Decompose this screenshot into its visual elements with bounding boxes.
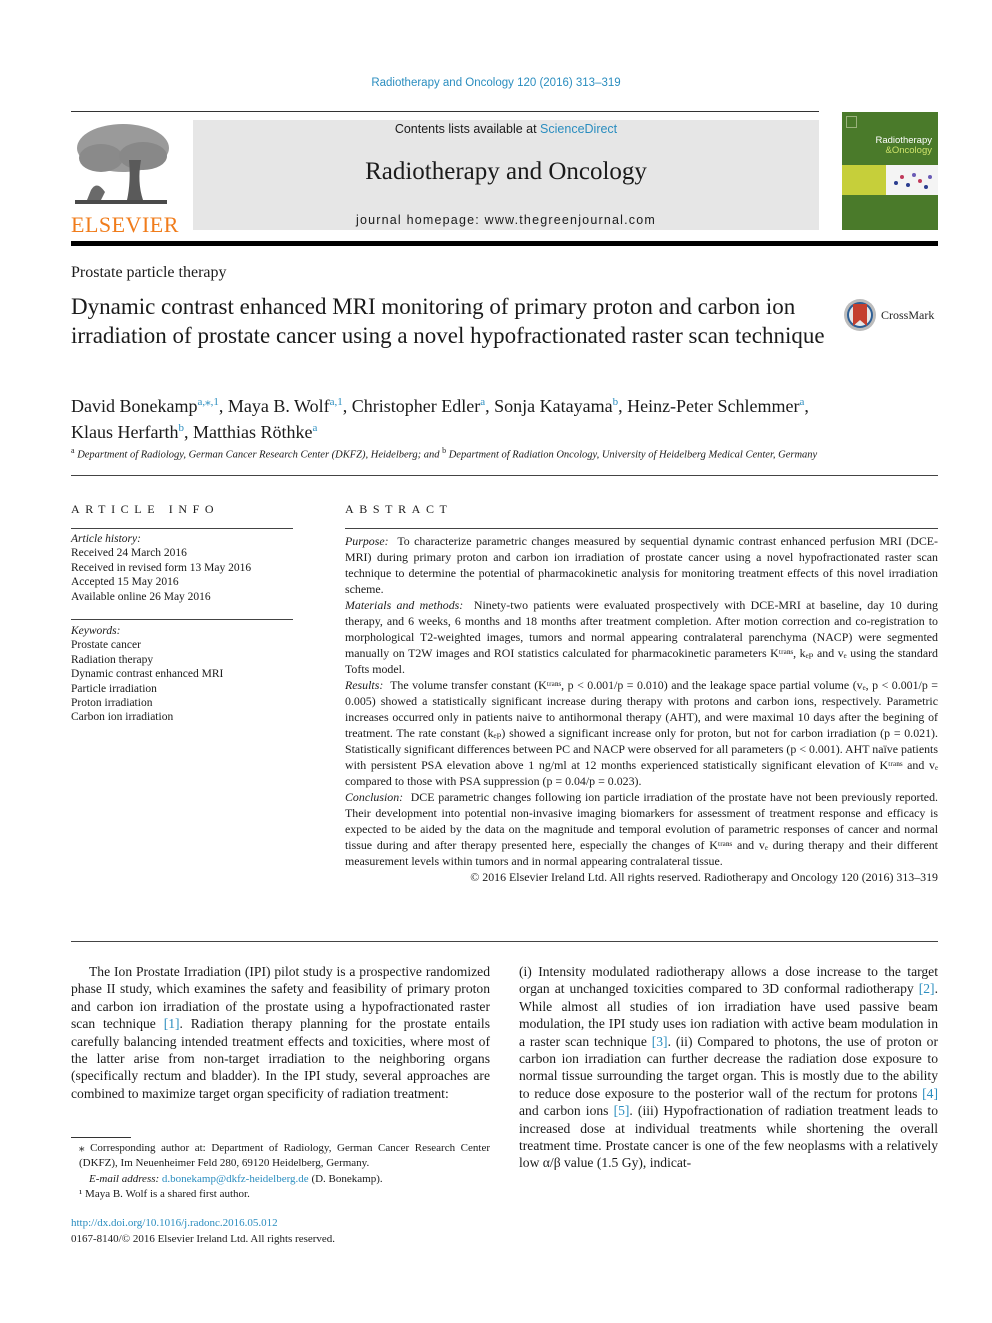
author-name[interactable]: Heinz-Peter Schlemmer — [627, 396, 799, 416]
email-note: E-mail address: d.bonekamp@dkfz-heidelbe… — [71, 1172, 490, 1187]
cover-title-line2: &Oncology — [885, 145, 932, 156]
abstract-body: Purpose: To characterize parametric chan… — [345, 533, 938, 885]
shared-author-note: ¹ Maya B. Wolf is a shared first author. — [79, 1187, 250, 1200]
body-column-left: The Ion Prostate Irradiation (IPI) pilot… — [71, 963, 490, 1102]
author-name[interactable]: Klaus Herfarth — [71, 422, 178, 442]
cover-network-icon — [894, 173, 932, 189]
email-label: E-mail address: — [89, 1172, 162, 1185]
cover-title: Radiotherapy &Oncology — [875, 136, 932, 156]
author-separator: , — [485, 396, 495, 416]
abstract-methods: Materials and methods: Ninety-two patien… — [345, 597, 938, 677]
doi-block: http://dx.doi.org/10.1016/j.radonc.2016.… — [71, 1216, 335, 1247]
footnote-rule — [71, 1137, 131, 1138]
methods-label: Materials and methods: — [345, 598, 464, 612]
contents-line: Contents lists available at ScienceDirec… — [193, 122, 819, 136]
reference-link[interactable]: [5] — [614, 1103, 630, 1118]
article-info-rule — [71, 528, 293, 529]
results-label: Results: — [345, 678, 384, 692]
history-item: Available online 26 May 2016 — [71, 590, 211, 603]
conclusion-label: Conclusion: — [345, 790, 404, 804]
journal-cover-image[interactable]: Radiotherapy &Oncology — [842, 112, 938, 230]
article-section: Prostate particle therapy — [71, 264, 227, 281]
results-text: The volume transfer constant (Kᵗʳᵃⁿˢ, p … — [345, 678, 938, 788]
author-separator: , — [183, 422, 193, 442]
journal-banner: Contents lists available at ScienceDirec… — [193, 120, 819, 230]
intro-paragraph-continued: (i) Intensity modulated radiotherapy all… — [519, 963, 938, 1172]
affiliations: a Department of Radiology, German Cancer… — [71, 446, 941, 461]
header-thick-rule — [71, 241, 938, 246]
abstract-copyright: © 2016 Elsevier Ireland Ltd. All rights … — [470, 870, 938, 884]
author-separator: , — [618, 396, 628, 416]
header-rule — [71, 111, 819, 112]
article-title: Dynamic contrast enhanced MRI monitoring… — [71, 294, 825, 348]
author-affiliation-marker[interactable]: a,⁎,1 — [197, 396, 218, 408]
abstract-heading: ABSTRACT — [345, 502, 453, 516]
crossmark-label: CrossMark — [881, 307, 935, 322]
author-name[interactable]: Christopher Edler — [352, 396, 480, 416]
keywords: Keywords: Prostate cancer Radiation ther… — [71, 624, 301, 725]
article-history-label: Article history: — [71, 533, 141, 545]
author-list: David Bonekampa,⁎,1, Maya B. Wolfa,1, Ch… — [71, 391, 941, 443]
body-column-right: (i) Intensity modulated radiotherapy all… — [519, 963, 938, 1172]
keywords-label: Keywords: — [71, 625, 121, 637]
keywords-rule — [71, 619, 293, 620]
contents-prefix: Contents lists available at — [394, 122, 541, 136]
keyword-item: Carbon ion irradiation — [71, 711, 174, 724]
author-name[interactable]: Matthias Röthke — [193, 422, 313, 442]
crossmark-icon — [844, 299, 876, 331]
abstract-results: Results: The volume transfer constant (K… — [345, 677, 938, 789]
email-link[interactable]: d.bonekamp@dkfz-heidelberg.de — [162, 1173, 309, 1185]
abstract-divider — [71, 941, 938, 942]
journal-title: Radiotherapy and Oncology — [365, 158, 647, 185]
reference-link[interactable]: [1] — [164, 1016, 180, 1031]
sciencedirect-link[interactable]: ScienceDirect — [540, 122, 617, 136]
article-info-heading: ARTICLE INFO — [71, 502, 220, 516]
conclusion-text: DCE parametric changes following ion par… — [345, 790, 939, 868]
reference-link[interactable]: [2] — [919, 981, 935, 996]
author-name[interactable]: David Bonekamp — [71, 396, 197, 416]
abstract-rule — [345, 528, 938, 529]
keyword-item: Radiation therapy — [71, 653, 154, 666]
body-text: (i) Intensity modulated radiotherapy all… — [519, 964, 938, 997]
journal-homepage-link[interactable]: journal homepage: www.thegreenjournal.co… — [193, 213, 819, 227]
corresponding-author-note: ⁎ Corresponding author at: Department of… — [79, 1142, 490, 1170]
author-separator: , — [218, 396, 228, 416]
elsevier-tree-icon — [71, 120, 171, 208]
cover-figure — [886, 165, 938, 195]
history-item: Received 24 March 2016 — [71, 547, 187, 560]
doi-link[interactable]: http://dx.doi.org/10.1016/j.radonc.2016.… — [71, 1216, 335, 1232]
purpose-text: To characterize parametric changes measu… — [345, 534, 938, 596]
author-name[interactable]: Maya B. Wolf — [228, 396, 330, 416]
abstract-purpose: Purpose: To characterize parametric chan… — [345, 533, 938, 597]
journal-reference-link[interactable]: Radiotherapy and Oncology 120 (2016) 313… — [0, 77, 992, 89]
reference-link[interactable]: [3] — [652, 1034, 668, 1049]
intro-paragraph: The Ion Prostate Irradiation (IPI) pilot… — [71, 963, 490, 1102]
cover-elsevier-icon — [846, 116, 857, 128]
author-separator: , — [804, 396, 809, 416]
keyword-item: Prostate cancer — [71, 639, 141, 652]
history-item: Received in revised form 13 May 2016 — [71, 561, 252, 574]
reference-link[interactable]: [4] — [922, 1086, 938, 1101]
article-history: Article history: Received 24 March 2016 … — [71, 532, 301, 604]
author-separator: , — [342, 396, 352, 416]
history-item: Accepted 15 May 2016 — [71, 576, 179, 589]
keyword-item: Proton irradiation — [71, 697, 153, 710]
author-affiliation-marker[interactable]: a — [312, 422, 317, 434]
email-suffix: (D. Bonekamp). — [308, 1172, 383, 1185]
affiliation-a: Department of Radiology, German Cancer R… — [74, 449, 443, 461]
crossmark-button[interactable]: CrossMark — [843, 298, 934, 332]
abstract-conclusion: Conclusion: DCE parametric changes follo… — [345, 789, 938, 869]
author-name[interactable]: Sonja Katayama — [494, 396, 612, 416]
title-divider — [71, 475, 938, 476]
body-text: and carbon ions — [519, 1103, 614, 1119]
affiliation-b: Department of Radiation Oncology, Univer… — [446, 449, 818, 461]
footnotes: ⁎ Corresponding author at: Department of… — [71, 1141, 490, 1202]
issn-copyright: 0167-8140/© 2016 Elsevier Ireland Ltd. A… — [71, 1232, 336, 1245]
elsevier-wordmark: ELSEVIER — [71, 212, 179, 237]
keyword-item: Particle irradiation — [71, 682, 157, 695]
keyword-item: Dynamic contrast enhanced MRI — [71, 668, 224, 681]
elsevier-logo[interactable]: ELSEVIER — [71, 120, 178, 236]
author-affiliation-marker[interactable]: a,1 — [330, 396, 343, 408]
purpose-label: Purpose: — [345, 534, 389, 548]
